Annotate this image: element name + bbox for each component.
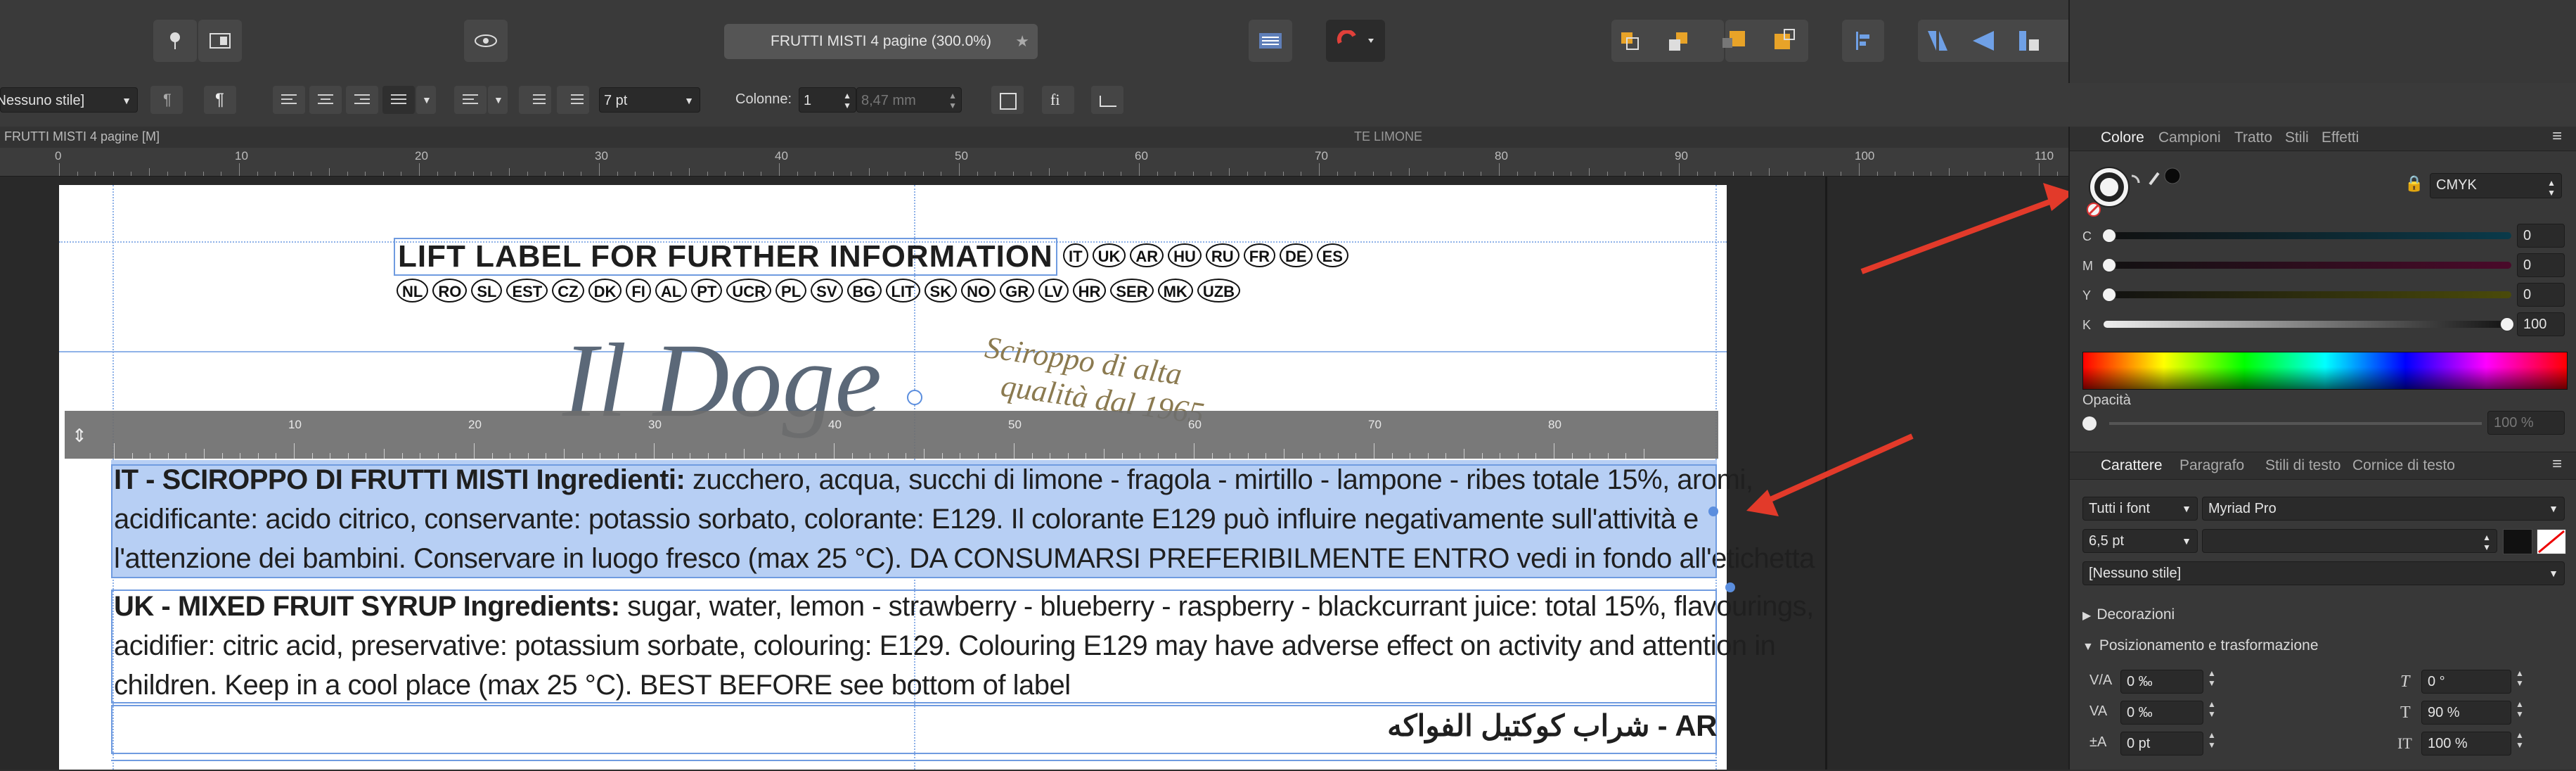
font-collection-value: Tutti i font [2089,501,2151,516]
slider-knob[interactable] [2102,288,2116,302]
character-style-select[interactable]: [Nessuno stile] ▼ [2082,561,2565,585]
section-position-transform[interactable]: ▼ Posizionamento e trasformazione [2082,637,2319,654]
tab-stili[interactable]: Stili [2285,129,2309,146]
slider-knob[interactable] [2500,317,2514,331]
channel-slider[interactable] [2104,321,2511,328]
opacity-value: 100 % [2494,415,2534,431]
vertical-scale-value: 90 % [2428,705,2460,720]
baseline-shift-icon: ±A [2089,734,2107,750]
panel-menu-icon[interactable]: ≡ [2552,127,2562,146]
baseline-value: 0 pt [2127,736,2151,751]
stepper-icon[interactable]: ▲ ▼ [2208,699,2216,719]
tab-effetti[interactable]: Effetti [2321,129,2359,146]
channel-value-field[interactable]: 100 [2517,312,2565,336]
tab-carattere[interactable]: Carattere [2101,457,2163,474]
channel-label: K [2082,318,2092,332]
kerning-field[interactable]: 0 ‰ [2120,701,2203,725]
kerning-icon: VA [2089,703,2108,719]
tab-paragrafo[interactable]: Paragrafo [2179,457,2244,474]
channel-value-field[interactable]: 0 [2517,253,2565,277]
tracking-field[interactable]: 0 ‰ [2120,670,2203,694]
horizontal-scale-icon: IT [2397,734,2412,752]
tab-stili-di-testo[interactable]: Stili di testo [2265,457,2340,474]
color-spectrum[interactable] [2082,352,2568,390]
panel-menu-icon[interactable]: ≡ [2552,454,2562,474]
no-color-icon[interactable] [2082,416,2097,431]
stepper-icon[interactable]: ▲ ▼ [2516,730,2524,750]
triangle-right-icon: ▶ [2082,610,2092,622]
kerning-value: 0 ‰ [2127,705,2153,720]
arrow-head-icon [1746,490,1779,516]
channel-slider[interactable] [2104,262,2511,269]
channel-value-field[interactable]: 0 [2517,224,2565,248]
no-fill-icon [2538,530,2565,554]
tab-colore[interactable]: Colore [2101,129,2144,146]
tracking-icon: V/A [2089,673,2113,688]
vertical-scale-icon: T [2400,703,2411,722]
character-style-value: [Nessuno stile] [2089,566,2182,581]
font-weight-select[interactable]: ▲ ▼ [2202,529,2497,553]
skew-value: 0 ° [2428,674,2445,689]
triangle-down-icon: ▼ [2082,641,2094,653]
opacity-label: Opacità [2082,393,2131,408]
stepper-icon[interactable]: ▲ ▼ [2516,668,2524,688]
color-mode-select[interactable]: CMYK ▲ ▼ [2430,173,2562,198]
section-position-label: Posizionamento e trasformazione [2099,637,2319,654]
panel-font-size-value: 6,5 pt [2089,533,2125,549]
lock-icon[interactable]: 🔒 [2404,174,2423,193]
vertical-scale-field[interactable]: 90 % [2421,701,2511,725]
color-mode-value: CMYK [2436,177,2477,193]
horizontal-scale-field[interactable]: 100 % [2421,732,2511,756]
chevron-down-icon: ▼ [2549,568,2558,579]
channel-value-field[interactable]: 0 [2517,283,2565,307]
chevron-down-icon: ▼ [2182,503,2191,514]
panel-toolbar-strip [2068,83,2576,127]
channel-label: Y [2082,288,2092,302]
opacity-slider-track[interactable] [2109,422,2482,425]
stepper-icon[interactable]: ▲ ▼ [2208,668,2216,688]
horizontal-scale-value: 100 % [2428,736,2468,751]
stepper-icon: ▲ ▼ [2547,178,2556,198]
slider-knob[interactable] [2102,258,2116,272]
stepper-icon: ▲ ▼ [2482,533,2491,552]
chevron-down-icon: ▼ [2182,535,2191,547]
section-decorations[interactable]: ▶ Decorazioni [2082,606,2175,623]
stepper-icon[interactable]: ▲ ▼ [2516,699,2524,719]
channel-label: C [2082,229,2092,243]
channel-slider[interactable] [2104,291,2511,298]
skew-field[interactable]: 0 ° [2421,670,2511,694]
channel-slider[interactable] [2104,232,2511,239]
text-color-swatch[interactable] [2503,529,2532,554]
tab-tratto[interactable]: Tratto [2234,129,2272,146]
section-decorations-label: Decorazioni [2097,606,2175,623]
opacity-field[interactable]: 100 % [2487,411,2565,435]
font-family-value: Myriad Pro [2208,501,2276,516]
chevron-down-icon: ▼ [2549,503,2558,514]
tab-cornice-di-testo[interactable]: Cornice di testo [2352,457,2455,474]
tab-campioni[interactable]: Campioni [2158,129,2221,146]
font-size-select[interactable]: 6,5 pt ▼ [2082,529,2198,553]
baseline-field[interactable]: 0 pt [2120,732,2203,756]
text-highlight-swatch[interactable] [2537,529,2566,554]
skew-icon: T [2400,673,2410,691]
slider-knob[interactable] [2102,229,2116,243]
font-collection-select[interactable]: Tutti i font ▼ [2082,497,2198,521]
tracking-value: 0 ‰ [2127,674,2153,689]
eyedropper-icon [2149,172,2160,186]
stepper-icon[interactable]: ▲ ▼ [2208,730,2216,750]
fill-stroke-swatch[interactable] [2084,162,2182,221]
channel-label: M [2082,259,2093,273]
font-family-select[interactable]: Myriad Pro ▼ [2202,497,2565,521]
